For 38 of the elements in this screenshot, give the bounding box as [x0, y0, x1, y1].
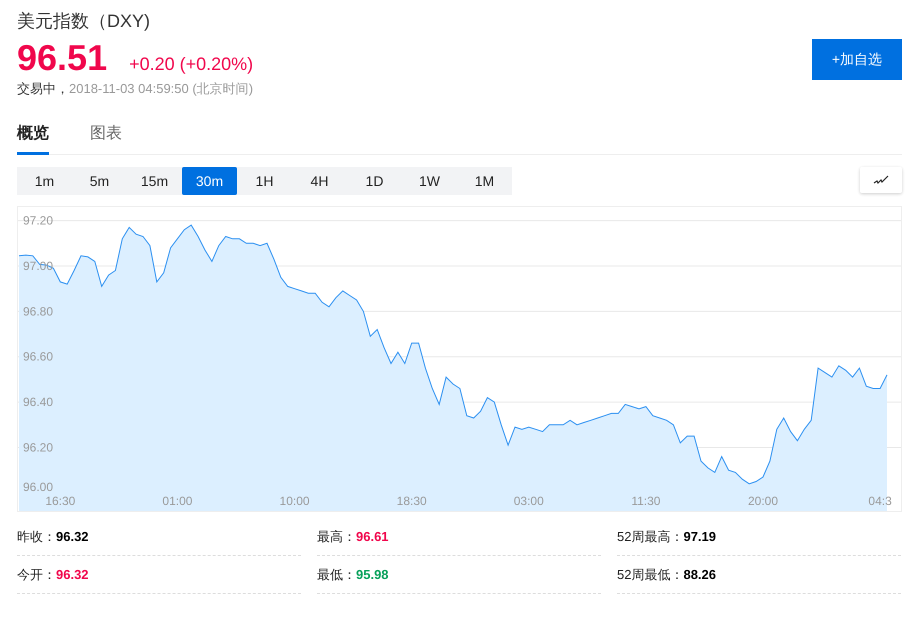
x-axis-label: 03:00 — [514, 494, 544, 508]
interval-button[interactable]: 30m — [182, 167, 237, 195]
stat-label: 52周最低： — [617, 567, 684, 582]
stat-label: 最高： — [317, 529, 356, 544]
line-chart-icon — [873, 175, 889, 185]
timestamp: 2018-11-03 04:59:50 (北京时间) — [69, 81, 254, 96]
x-axis-label: 20:00 — [748, 494, 778, 508]
y-axis-label: 96.20 — [23, 440, 54, 454]
tab[interactable]: 概览 — [17, 119, 49, 155]
stat-label: 52周最高： — [617, 529, 684, 544]
y-axis-label: 96.40 — [23, 395, 54, 410]
tab[interactable]: 图表 — [90, 119, 122, 155]
stat-label: 今开： — [17, 567, 56, 582]
stat-value: 95.98 — [356, 567, 389, 582]
trading-status: 交易中， — [17, 81, 69, 96]
y-axis-label: 97.20 — [23, 214, 54, 228]
stat-value: 96.32 — [56, 529, 89, 544]
stat-value: 97.19 — [683, 529, 716, 544]
add-watchlist-button[interactable]: +加自选 — [812, 39, 902, 80]
price-change: +0.20 (+0.20%) — [129, 54, 254, 75]
stat-value: 96.32 — [56, 567, 89, 582]
x-axis-label: 18:30 — [396, 494, 427, 508]
x-axis-label: 11:30 — [631, 494, 660, 508]
page-title: 美元指数（DXY) — [17, 10, 152, 33]
y-axis-label: 97.00 — [23, 258, 54, 273]
y-axis-label: 96.80 — [23, 304, 54, 318]
x-axis-label: 10:00 — [280, 494, 310, 508]
x-axis-label: 04:3 — [868, 494, 892, 508]
price-value: 96.51 — [17, 38, 108, 78]
x-axis-label: 01:00 — [162, 494, 192, 508]
x-axis-label: 16:30 — [45, 494, 76, 508]
chart-type-button[interactable] — [860, 167, 902, 193]
stat-value: 96.61 — [356, 529, 389, 544]
stat-value: 88.26 — [683, 567, 716, 582]
stat-label: 最低： — [317, 567, 356, 582]
y-axis-label: 96.60 — [23, 350, 54, 364]
y-axis-label: 96.00 — [23, 480, 54, 494]
stat-label: 昨收： — [17, 529, 56, 544]
